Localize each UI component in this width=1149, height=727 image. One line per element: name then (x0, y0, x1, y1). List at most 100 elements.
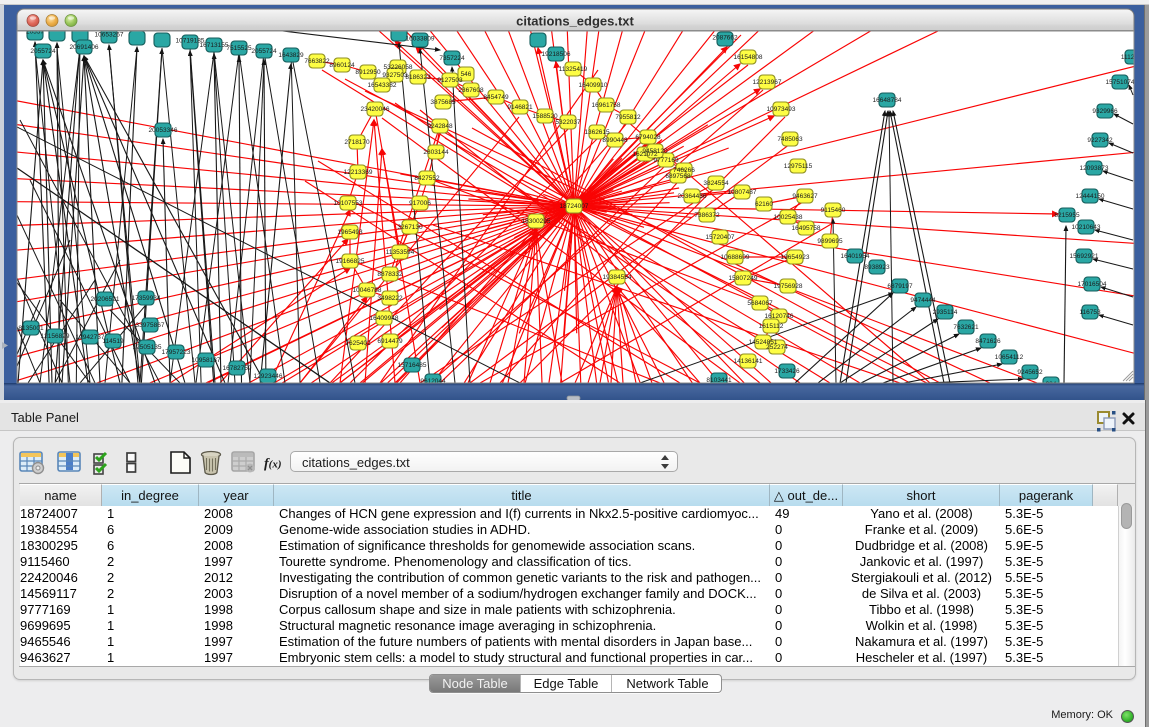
svg-text:9127503: 9127503 (437, 77, 463, 84)
svg-text:11325419: 11325419 (559, 66, 588, 73)
svg-text:citations_edges.txt: citations_edges.txt (516, 14, 634, 29)
svg-text:15751074: 15751074 (1106, 79, 1135, 86)
svg-text:2367608: 2367608 (458, 87, 484, 94)
svg-text:7357224: 7357224 (439, 55, 465, 62)
svg-text:18300295: 18300295 (522, 218, 551, 225)
svg-text:8215955: 8215955 (1054, 212, 1080, 219)
svg-text:15716485: 15716485 (398, 362, 427, 369)
svg-text:2718170: 2718170 (344, 139, 370, 146)
svg-text:7515525: 7515525 (226, 45, 252, 52)
svg-text:16782759: 16782759 (223, 365, 252, 372)
svg-text:12505135: 12505135 (133, 344, 162, 351)
svg-text:12975115: 12975115 (784, 163, 813, 170)
svg-text:3498222: 3498222 (377, 295, 403, 302)
svg-text:20691406: 20691406 (70, 44, 99, 51)
svg-text:17957223: 17957223 (162, 349, 191, 356)
svg-text:3267130: 3267130 (397, 224, 423, 231)
svg-text:12942737: 12942737 (76, 334, 105, 341)
svg-text:20206521: 20206521 (91, 296, 120, 303)
svg-text:1643829: 1643829 (278, 52, 304, 59)
svg-text:10807487: 10807487 (728, 189, 757, 196)
svg-text:17016504: 17016504 (1078, 281, 1107, 288)
svg-text:16495758: 16495758 (792, 225, 821, 232)
svg-text:8960124: 8960124 (329, 62, 355, 69)
svg-text:10653267: 10653267 (95, 32, 124, 39)
svg-text:252274: 252274 (766, 344, 788, 351)
svg-text:8471626: 8471626 (975, 338, 1001, 345)
svg-text:546: 546 (461, 71, 472, 78)
svg-text:2055724: 2055724 (251, 48, 277, 55)
svg-text:1615112: 1615112 (759, 323, 784, 330)
svg-text:8135001: 8135001 (18, 325, 44, 332)
svg-text:9329966: 9329966 (1092, 108, 1118, 115)
svg-text:16401954: 16401954 (841, 253, 870, 260)
svg-text:10654112: 10654112 (995, 354, 1024, 361)
svg-text:12923446: 12923446 (254, 373, 283, 380)
svg-text:9899695: 9899695 (817, 238, 843, 245)
svg-text:16543382: 16543382 (368, 82, 397, 89)
svg-text:5684067: 5684067 (747, 300, 773, 307)
svg-text:10046788: 10046788 (353, 287, 382, 294)
svg-text:19654923: 19654923 (781, 254, 810, 261)
svg-text:19756928: 19756928 (774, 283, 803, 290)
svg-text:33975867: 33975867 (136, 322, 165, 329)
svg-text:f(x): f(x) (264, 457, 282, 472)
svg-text:23420046: 23420046 (361, 106, 390, 113)
svg-text:1588520: 1588520 (532, 113, 558, 120)
svg-text:114519: 114519 (102, 338, 124, 345)
svg-text:10210643: 10210643 (1072, 224, 1101, 231)
svg-text:6897568: 6897568 (665, 173, 691, 180)
svg-text:8938923: 8938923 (864, 264, 890, 271)
svg-text:11353594: 11353594 (386, 249, 415, 256)
svg-text:12093873: 12093873 (1080, 165, 1109, 172)
svg-text:2087662: 2087662 (712, 35, 738, 42)
svg-text:9327503: 9327503 (382, 72, 408, 79)
svg-text:6794028: 6794028 (635, 134, 661, 141)
svg-text:20364436: 20364436 (678, 193, 707, 200)
svg-text:10107553: 10107553 (334, 200, 363, 207)
svg-text:3875685: 3875685 (430, 99, 456, 106)
svg-text:1733426: 1733426 (774, 368, 800, 375)
svg-text:7625402: 7625402 (345, 340, 371, 347)
svg-text:19384554: 19384554 (603, 274, 632, 281)
svg-text:7485063: 7485063 (777, 136, 803, 143)
svg-text:8912950: 8912950 (355, 69, 381, 76)
svg-text:9458120: 9458120 (642, 148, 668, 155)
svg-text:3824554: 3824554 (703, 180, 729, 187)
svg-text:16648784: 16648784 (873, 97, 902, 104)
svg-text:1965493: 1965493 (337, 229, 363, 236)
svg-text:17359934: 17359934 (132, 295, 161, 302)
svg-text:16409948: 16409948 (370, 315, 399, 322)
svg-text:10973493: 10973493 (767, 106, 796, 113)
svg-text:7663822: 7663822 (304, 58, 330, 65)
svg-text:12156829: 12156829 (41, 333, 70, 340)
svg-text:9245652: 9245652 (1017, 369, 1043, 376)
svg-text:7632621: 7632621 (953, 324, 979, 331)
svg-text:16033809: 16033809 (406, 36, 435, 43)
svg-text:16961758: 16961758 (592, 102, 621, 109)
svg-text:9242848: 9242848 (427, 123, 453, 130)
svg-text:8990448: 8990448 (602, 137, 628, 144)
svg-text:116753: 116753 (1079, 309, 1101, 316)
svg-text:10688609: 10688609 (721, 254, 750, 261)
svg-text:16154808: 16154808 (734, 54, 763, 61)
svg-text:2935114: 2935114 (933, 309, 958, 316)
svg-text:16409910: 16409910 (579, 82, 608, 89)
svg-text:12213369: 12213369 (344, 169, 373, 176)
svg-text:6914479: 6914479 (377, 338, 403, 345)
svg-text:62160: 62160 (755, 201, 773, 208)
svg-text:12213967: 12213967 (753, 79, 782, 86)
svg-text:917006: 917006 (409, 200, 431, 207)
svg-text:10025438: 10025438 (774, 214, 803, 221)
svg-text:14136141: 14136141 (734, 358, 763, 365)
svg-text:9115460: 9115460 (821, 207, 846, 214)
svg-text:53226058: 53226058 (384, 64, 413, 71)
svg-text:15720407: 15720407 (706, 234, 735, 241)
svg-text:8427552: 8427552 (414, 175, 440, 182)
svg-text:16713155: 16713155 (200, 42, 229, 49)
svg-text:8878332: 8878332 (377, 271, 403, 278)
svg-text:19166825: 19166825 (336, 258, 365, 265)
svg-text:9146821: 9146821 (507, 104, 533, 111)
svg-text:15807249: 15807249 (729, 275, 758, 282)
svg-text:7955812: 7955812 (615, 114, 641, 121)
